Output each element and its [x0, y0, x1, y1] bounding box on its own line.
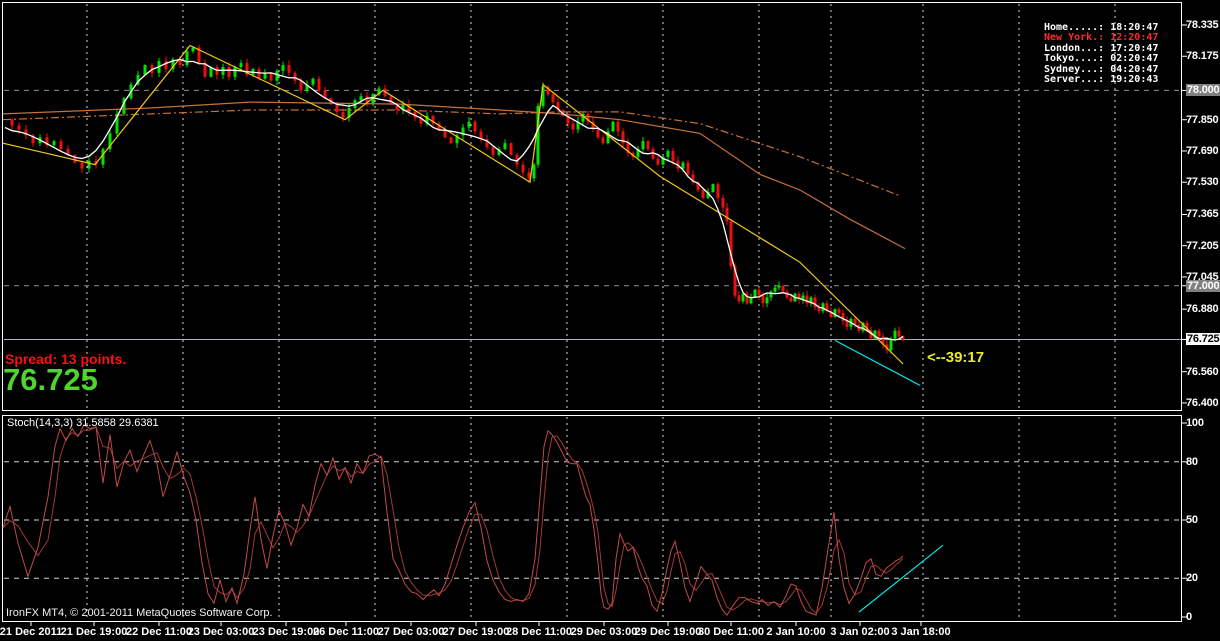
time-axis-label: 21 Dec 19:00: [60, 626, 128, 638]
time-axis-label: 28 Dec 11:00: [505, 626, 573, 638]
countdown-annotation: <--39:17: [927, 349, 985, 366]
price-axis-label: 76.725: [1186, 333, 1220, 346]
price-axis-label: 77.850: [1186, 113, 1219, 126]
price-axis-label: 77.690: [1186, 144, 1219, 157]
time-axis-label: 29 Dec 19:00: [634, 626, 702, 638]
price-axis-label: 78.335: [1186, 19, 1219, 31]
clock-row: Server...: 19:20:43: [1044, 74, 1159, 86]
stochastic-indicator-label: Stoch(14,3,3) 31.5858 29.6381: [7, 417, 159, 429]
time-axis-label: 2 Jan 10:00: [766, 626, 826, 638]
market-sessions-clock: Home.....: 18:20:47 New York.: 12:20:47 Lo…: [1044, 22, 1164, 86]
time-axis-label: 22 Dec 11:00: [125, 626, 193, 638]
price-axis-label: 77.205: [1186, 239, 1219, 252]
price-axis-label: 76.400: [1186, 396, 1219, 409]
price-axis-label: 77.000: [1186, 279, 1220, 292]
time-axis-label: 26 Dec 11:00: [312, 626, 380, 638]
price-axis-label: 77.530: [1186, 176, 1219, 189]
price-axis-label: 78.000: [1186, 84, 1220, 97]
chart-canvas[interactable]: [0, 0, 1220, 641]
price-axis-label: 78.175: [1186, 50, 1219, 63]
stochastic-axis-label: 100: [1186, 417, 1204, 429]
price-axis-label: 76.880: [1186, 303, 1219, 316]
time-axis-label: 30 Dec 11:00: [697, 626, 765, 638]
time-axis-label: 21 Dec 2011: [0, 626, 63, 638]
price-axis-label: 76.560: [1186, 365, 1219, 378]
current-price-display: 76.725: [3, 362, 98, 397]
time-axis-label: 23 Dec 19:00: [252, 626, 320, 638]
price-axis-label: 77.365: [1186, 208, 1219, 221]
stochastic-axis-label: 20: [1186, 572, 1198, 585]
stochastic-axis-label: 80: [1186, 455, 1198, 468]
time-axis-label: 27 Dec 03:00: [377, 626, 445, 638]
stochastic-axis-label: 0: [1186, 611, 1192, 623]
mt4-chart-window: Spread: 13 points. 76.725 <--39:17 Stoch…: [0, 0, 1220, 641]
time-axis-label: 29 Dec 03:00: [570, 626, 638, 638]
terminal-copyright: IronFX MT4, © 2001-2011 MetaQuotes Softw…: [6, 607, 273, 619]
time-axis-label: 3 Jan 02:00: [830, 626, 890, 638]
time-axis-label: 3 Jan 18:00: [891, 626, 951, 638]
stochastic-axis-label: 50: [1186, 514, 1198, 526]
time-axis-label: 23 Dec 03:00: [187, 626, 255, 638]
time-axis-label: 27 Dec 19:00: [442, 626, 510, 638]
